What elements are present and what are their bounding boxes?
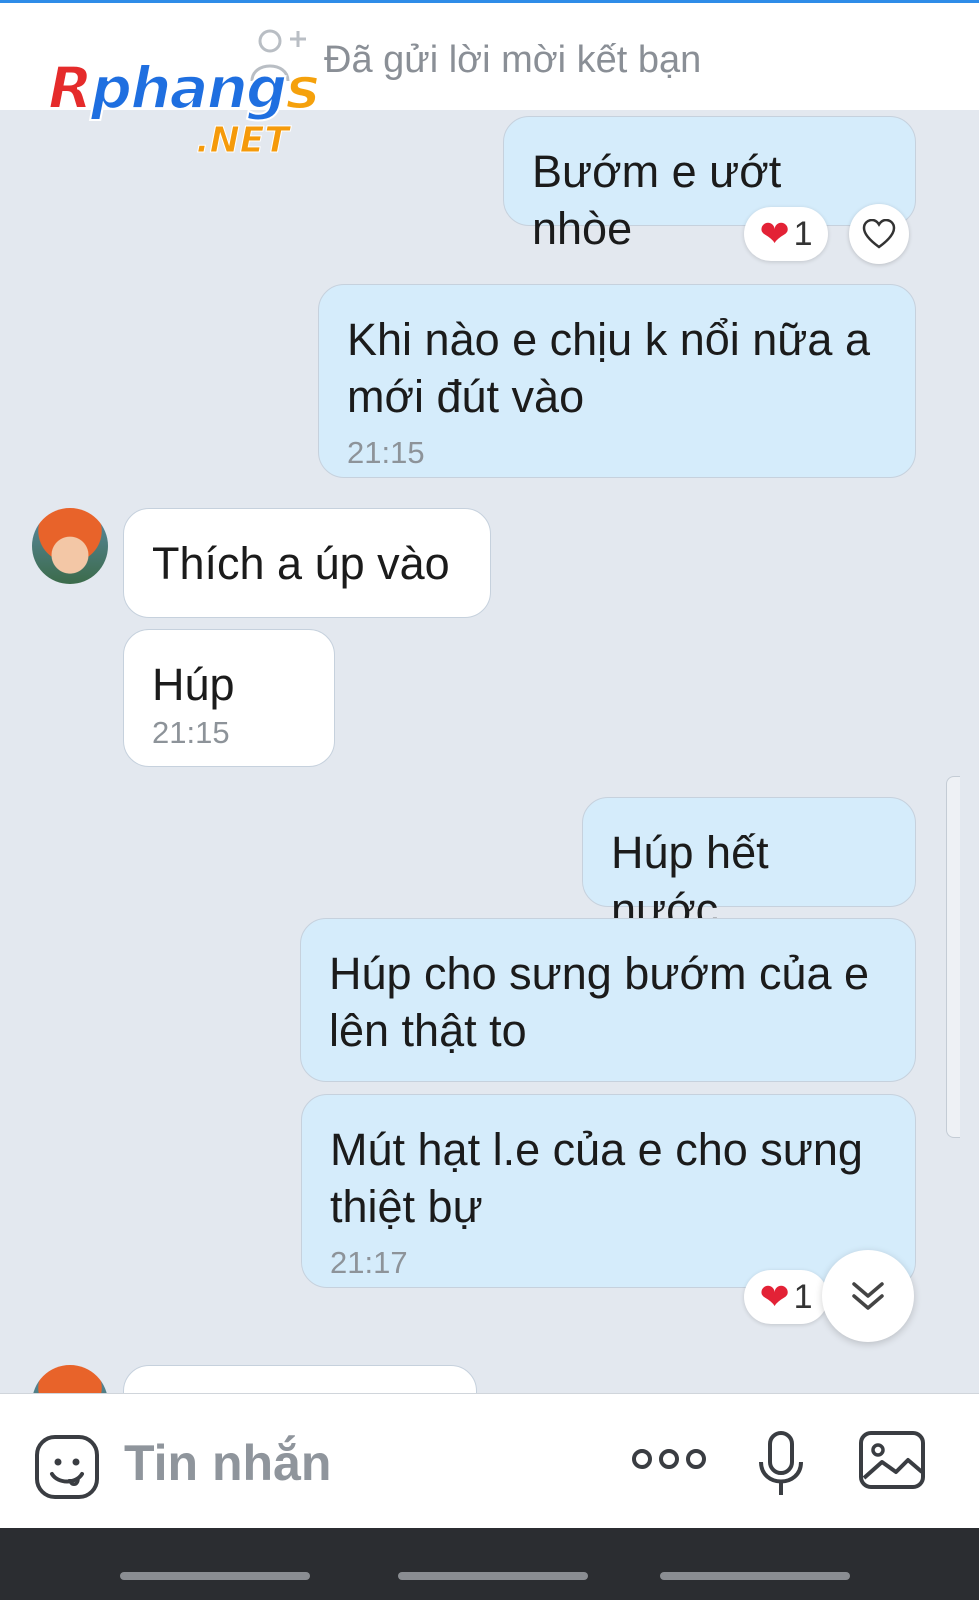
message-bubble-received[interactable]: Húp 21:15 (123, 629, 335, 767)
nav-recents-gesture[interactable] (660, 1572, 850, 1580)
message-text-line: Khi nào e chịu k nổi nữa a (347, 314, 870, 365)
message-text-line: Húp cho sưng bướm của e (329, 948, 870, 999)
reaction-count: 1 (793, 1277, 813, 1316)
heart-outline-icon (862, 219, 896, 249)
message-bubble-sent[interactable]: Mút hạt l.e của e cho sưng thiệt bự 21:1… (301, 1094, 916, 1288)
reaction-count: 1 (793, 214, 813, 253)
scrollbar[interactable] (946, 776, 960, 1138)
nav-back-gesture[interactable] (120, 1572, 310, 1580)
reaction-badge[interactable]: ❤ 1 (744, 207, 828, 261)
nav-home-gesture[interactable] (398, 1572, 588, 1580)
rphangs-watermark-logo: Rphangs .NET (47, 53, 348, 164)
message-text-line: mới đút vào (347, 371, 585, 422)
gallery-image-icon[interactable] (858, 1430, 926, 1490)
microphone-icon[interactable] (756, 1430, 806, 1498)
reaction-badge[interactable]: ❤ 1 (744, 1270, 828, 1324)
message-bubble-sent[interactable]: Húp hết nước (582, 797, 916, 935)
more-options-icon[interactable] (630, 1444, 708, 1474)
heart-reaction-icon: ❤ (759, 213, 790, 254)
message-text-line: thiệt bự (330, 1181, 483, 1232)
message-text: Húp (152, 659, 235, 710)
watermark-sub-text: .NET (196, 120, 290, 162)
double-chevron-down-icon (852, 1282, 884, 1310)
message-time: 21:15 (347, 435, 425, 470)
message-text-line: lên thật to (329, 1005, 527, 1056)
friend-request-status: Đã gửi lời mời kết bạn (324, 39, 702, 81)
message-bubble-sent[interactable]: Húp cho sưng bướm của e lên thật to (300, 918, 916, 1082)
message-text: Thích a úp vào (152, 538, 450, 589)
message-text-line: Mút hạt l.e của e cho sưng (330, 1124, 863, 1175)
react-like-button[interactable] (849, 204, 909, 264)
message-composer: Tin nhắn (0, 1393, 979, 1529)
contact-avatar[interactable] (32, 508, 108, 584)
message-bubble-received[interactable]: Thích a úp vào (123, 508, 491, 618)
message-bubble-sent[interactable]: Khi nào e chịu k nổi nữa a mới đút vào 2… (318, 284, 916, 478)
message-list[interactable]: Bướm e ướt nhòe ❤ 1 Khi nào e chịu k nổi… (0, 110, 979, 1420)
sticker-emoji-icon[interactable] (34, 1434, 100, 1500)
system-navigation-bar (0, 1528, 979, 1600)
heart-reaction-icon: ❤ (759, 1276, 790, 1317)
scroll-to-bottom-button[interactable] (822, 1250, 914, 1342)
message-time: 21:15 (152, 715, 230, 750)
watermark-main-text: Rphangs (47, 53, 321, 123)
message-input[interactable]: Tin nhắn (124, 1434, 331, 1492)
message-bubble-sent[interactable]: Bướm e ướt nhòe (503, 116, 916, 254)
